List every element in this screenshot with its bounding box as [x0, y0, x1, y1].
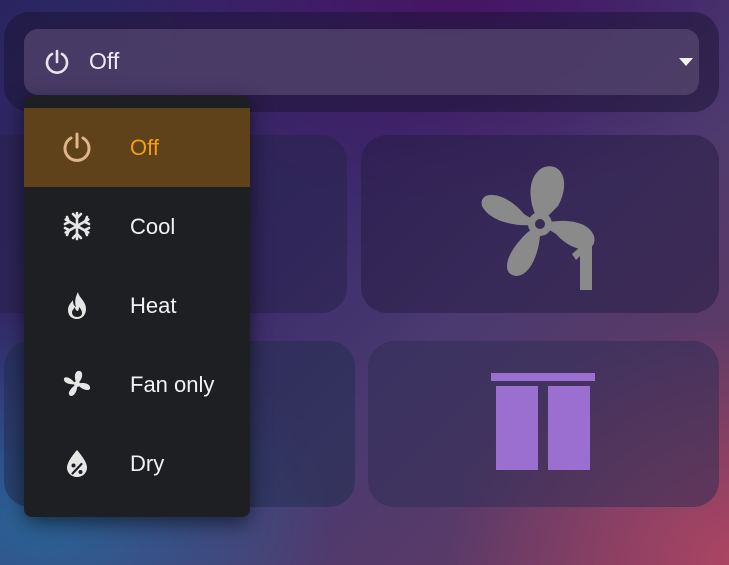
menu-item-off[interactable]: Off: [24, 108, 250, 187]
menu-item-dry[interactable]: Dry: [24, 424, 250, 503]
menu-item-label: Off: [130, 135, 159, 160]
menu-item-label: Fan only: [130, 372, 215, 397]
fire-icon: [68, 292, 86, 319]
hvac-mode-select[interactable]: Off: [24, 29, 699, 95]
fan-icon: [63, 370, 91, 396]
menu-item-heat[interactable]: Heat: [24, 266, 250, 345]
power-icon: [63, 132, 91, 162]
snowflake-icon: [63, 211, 91, 241]
window-shutter-open-icon: [491, 373, 595, 470]
water-percent-icon: [67, 450, 87, 477]
menu-item-label: Heat: [130, 293, 177, 318]
menu-item-label: Dry: [130, 451, 165, 476]
chevron-down-icon[interactable]: [678, 57, 694, 67]
menu-item-cool[interactable]: Cool: [24, 187, 250, 266]
menu-item-fan-only[interactable]: Fan only: [24, 345, 250, 424]
hvac-mode-menu: Off Cool Heat Fan only Dry: [24, 96, 250, 517]
menu-item-label: Cool: [130, 214, 176, 239]
select-value: Off: [89, 48, 120, 74]
fan-speed-1-icon: [481, 166, 595, 290]
power-icon: [45, 49, 69, 74]
